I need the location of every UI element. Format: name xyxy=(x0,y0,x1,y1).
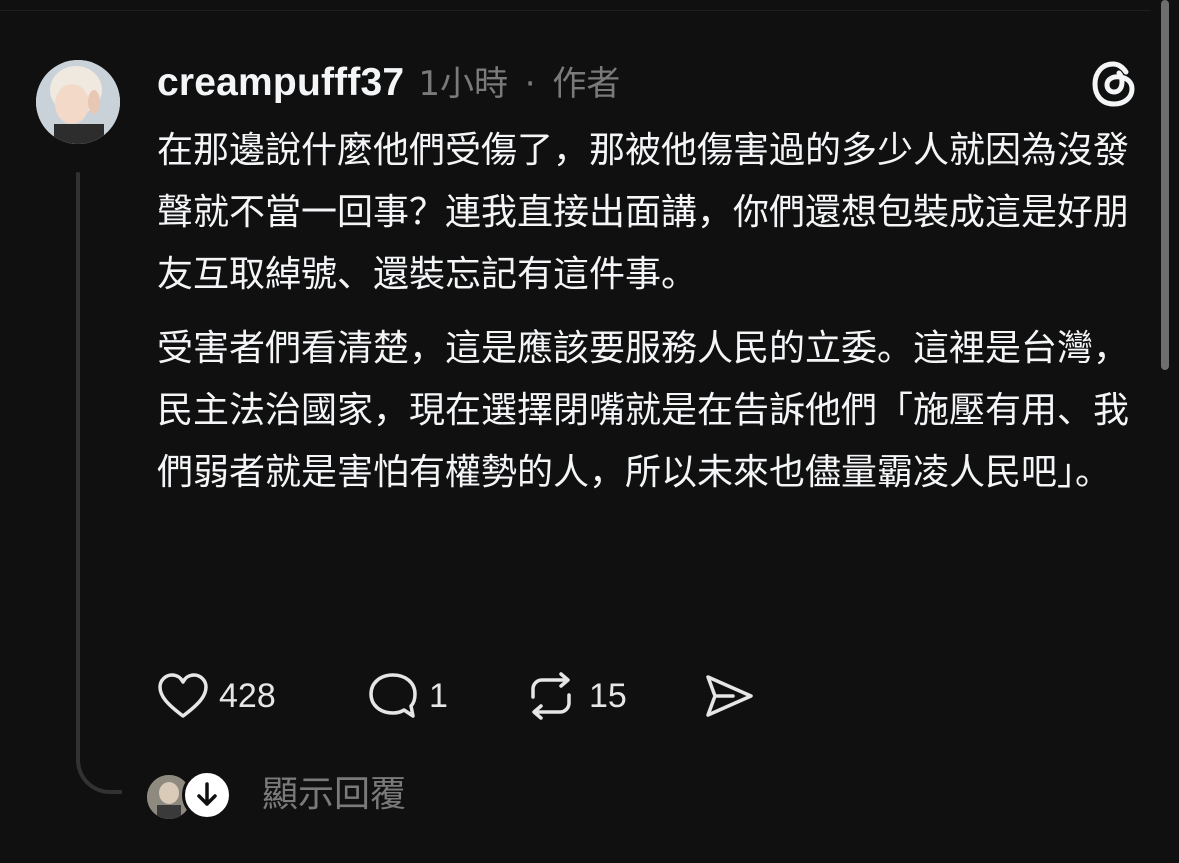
author-avatar[interactable] xyxy=(36,60,120,144)
username[interactable]: creampufff37 xyxy=(157,61,404,105)
comment-button[interactable]: 1 xyxy=(367,671,523,721)
author-badge: 作者 xyxy=(552,64,621,104)
thread-connector-curve xyxy=(76,740,122,794)
scrollbar[interactable] xyxy=(1161,0,1169,380)
reply-avatars[interactable] xyxy=(144,770,234,822)
repost-button[interactable]: 15 xyxy=(523,671,703,721)
repost-count: 15 xyxy=(589,676,627,715)
threads-post-screen: creampufff37 1小時 · 作者 在那邊說什麼他們受傷了，那被他傷害過… xyxy=(0,0,1179,863)
comment-count: 1 xyxy=(429,676,448,715)
like-count: 428 xyxy=(219,676,276,715)
avatar-image xyxy=(36,60,120,144)
repost-icon xyxy=(523,671,579,721)
post-time: 1小時 xyxy=(418,64,508,104)
post-actions: 428 1 15 xyxy=(157,664,755,728)
post-header: creampufff37 1小時 · 作者 xyxy=(157,56,620,108)
top-divider xyxy=(0,10,1150,11)
show-replies-link[interactable]: 顯示回覆 xyxy=(262,770,406,820)
heart-icon xyxy=(157,672,209,720)
arrow-down-icon[interactable] xyxy=(182,770,232,820)
threads-logo-icon[interactable] xyxy=(1086,56,1142,112)
comment-bubble-icon xyxy=(367,671,419,721)
like-button[interactable]: 428 xyxy=(157,672,367,720)
share-button[interactable] xyxy=(703,672,755,720)
post-body: 在那邊說什麼他們受傷了，那被他傷害過的多少人就因為沒發聲就不當一回事？連我直接出… xyxy=(157,120,1147,516)
send-icon xyxy=(703,672,755,720)
post-paragraph: 在那邊說什麼他們受傷了，那被他傷害過的多少人就因為沒發聲就不當一回事？連我直接出… xyxy=(157,130,1130,295)
post-meta: 1小時 · 作者 xyxy=(418,56,620,105)
thread-connector-line xyxy=(76,172,80,762)
post-paragraph: 受害者們看清楚，這是應該要服務人民的立委。這裡是台灣，民主法治國家，現在選擇閉嘴… xyxy=(157,328,1130,493)
scrollbar-thumb[interactable] xyxy=(1161,0,1169,370)
meta-separator: · xyxy=(524,64,536,104)
